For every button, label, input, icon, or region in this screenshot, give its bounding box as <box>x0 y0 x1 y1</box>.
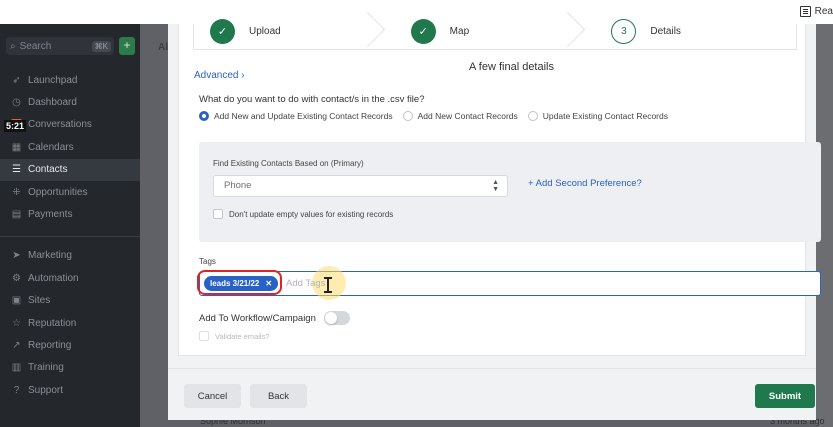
select-arrows-icon: ▲ ▼ <box>492 179 499 193</box>
tags-label: Tags <box>199 257 216 266</box>
automation-icon: ⚙ <box>12 272 21 284</box>
sidebar-item-sites[interactable]: ▣ Sites <box>0 290 140 312</box>
sidebar-item-payments[interactable]: ▤ Payments <box>0 203 140 225</box>
dont-update-empty-option[interactable]: Don't update empty values for existing r… <box>213 209 393 219</box>
primary-match-select[interactable]: Phone ▲ ▼ <box>213 175 508 197</box>
workflow-label: Add To Workflow/Campaign <box>199 312 316 324</box>
import-stepper: ✓ Upload ✓ Map 3 Details <box>193 19 797 50</box>
step-separator-chevron-icon <box>567 12 589 48</box>
check-icon: ✓ <box>410 19 436 44</box>
checkbox[interactable] <box>199 331 209 341</box>
sidebar: ⌕ Search ⌘K + ➶ Launchpad ◷ Dashboard Conv… <box>0 24 140 427</box>
modal-content: ✓ Upload ✓ Map 3 Details Advanced › A fe… <box>178 19 821 356</box>
check-icon: ✓ <box>210 19 235 44</box>
sidebar-item-training[interactable]: ▥ Training <box>0 357 140 379</box>
help-icon: ? <box>13 384 20 396</box>
step-label: Upload <box>249 26 281 37</box>
chart-icon: ↗ <box>12 339 21 351</box>
sidebar-item-automation[interactable]: ⚙ Automation <box>0 267 140 289</box>
rocket-icon: ➶ <box>12 74 21 86</box>
sidebar-item-marketing[interactable]: ➤ Marketing <box>0 245 140 267</box>
opportunities-icon: ⁜ <box>12 186 21 198</box>
tags-input[interactable]: leads 3/21/22 ✕ Add Tags <box>197 266 821 300</box>
radio-update-existing[interactable]: Update Existing Contact Records <box>527 111 668 121</box>
search-input[interactable]: ⌕ Search ⌘K <box>6 37 114 55</box>
step-upload[interactable]: ✓ Upload <box>194 19 395 49</box>
csv-action-question: What do you want to do with contact/s in… <box>199 94 425 105</box>
quick-add-button[interactable]: + <box>119 37 135 55</box>
sidebar-item-reputation[interactable]: ☆ Reputation <box>0 312 140 334</box>
sidebar-item-dashboard[interactable]: ◷ Dashboard <box>0 91 140 113</box>
video-timestamp-badge: 5:21 <box>4 120 27 132</box>
marketing-icon: ➤ <box>12 250 21 262</box>
background-tab-text: Al <box>158 42 168 53</box>
radio-add-and-update[interactable]: Add New and Update Existing Contact Reco… <box>199 111 393 121</box>
back-button[interactable]: Back <box>250 384 307 408</box>
import-modal: ✓ Upload ✓ Map 3 Details Advanced › A fe… <box>168 19 821 420</box>
tag-chip: leads 3/21/22 ✕ <box>204 276 279 291</box>
validate-emails-option[interactable]: Validate emails? <box>199 331 269 341</box>
payments-icon: ▤ <box>11 209 22 221</box>
find-existing-label: Find Existing Contacts Based on (Primary… <box>213 159 364 168</box>
search-icon: ⌕ <box>10 40 16 52</box>
calendar-icon: ▦ <box>11 141 22 153</box>
step-label: Map <box>449 26 470 37</box>
book-icon: ▥ <box>11 362 22 374</box>
modal-heading: A few final details <box>469 61 554 73</box>
workflow-toggle-row: Add To Workflow/Campaign <box>199 311 350 325</box>
chevron-right-icon: › <box>241 70 245 81</box>
matching-options-panel: Find Existing Contacts Based on (Primary… <box>199 142 821 242</box>
contacts-icon: ☰ <box>12 164 21 176</box>
tags-placeholder: Add Tags <box>286 278 326 289</box>
workflow-toggle[interactable] <box>323 311 350 325</box>
sidebar-item-contacts[interactable]: ☰ Contacts <box>0 158 140 181</box>
sidebar-item-reporting[interactable]: ↗ Reporting <box>0 334 140 356</box>
sidebar-divider <box>0 235 140 237</box>
step-separator-chevron-icon <box>367 12 389 48</box>
dashboard-icon: ◷ <box>12 97 21 109</box>
reader-label: Rea <box>814 6 833 17</box>
cancel-button[interactable]: Cancel <box>184 384 241 408</box>
add-second-preference-link[interactable]: + Add Second Preference? <box>528 178 642 189</box>
step-label: Details <box>650 26 681 37</box>
submit-button[interactable]: Submit <box>755 384 815 408</box>
sidebar-item-launchpad[interactable]: ➶ Launchpad <box>0 69 140 91</box>
csv-action-radio-group: Add New and Update Existing Contact Reco… <box>199 111 668 121</box>
search-placeholder: Search <box>19 40 52 52</box>
radio-empty-icon <box>527 111 538 121</box>
star-icon: ☆ <box>12 317 21 329</box>
text-cursor-icon <box>324 277 332 293</box>
sidebar-item-opportunities[interactable]: ⁜ Opportunities <box>0 181 140 203</box>
reader-mode-button[interactable]: Rea <box>799 6 833 17</box>
sidebar-item-support[interactable]: ? Support <box>0 379 140 401</box>
sidebar-item-calendars[interactable]: ▦ Calendars <box>0 136 140 158</box>
sites-icon: ▣ <box>11 295 22 307</box>
step-map[interactable]: ✓ Map <box>395 19 596 49</box>
search-shortcut: ⌘K <box>91 40 111 52</box>
close-icon[interactable]: ✕ <box>265 279 272 288</box>
modal-footer: Cancel Back Submit <box>168 368 816 420</box>
advanced-link[interactable]: Advanced › <box>194 70 245 81</box>
radio-selected-icon <box>199 111 209 121</box>
checkbox[interactable] <box>213 209 223 219</box>
step-details[interactable]: 3 Details <box>595 19 796 49</box>
sidebar-nav-top: ➶ Launchpad ◷ Dashboard Conversations ▦ Cal… <box>0 69 140 401</box>
step-number: 3 <box>611 19 637 44</box>
radio-empty-icon <box>402 111 413 121</box>
radio-add-new[interactable]: Add New Contact Records <box>402 111 518 121</box>
reader-icon <box>799 6 811 17</box>
